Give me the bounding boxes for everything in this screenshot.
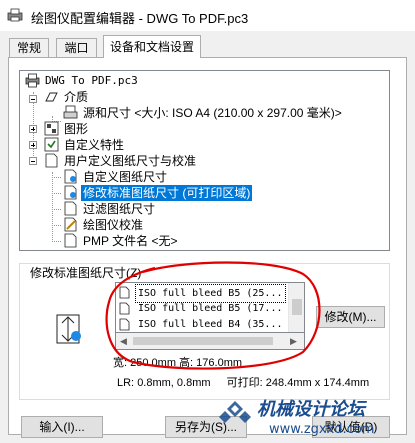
collapse-media-toggle[interactable] [29, 95, 37, 103]
tree-item-label: 过滤图纸尺寸 [83, 202, 156, 216]
filter-paper-icon [64, 201, 77, 216]
tree-item-label: 介质 [64, 90, 89, 104]
lr-label: LR: [117, 377, 135, 389]
calibration-icon [64, 217, 77, 232]
plotter-icon [25, 73, 40, 88]
tree-item-label: PMP 文件名 <无> [83, 234, 178, 248]
size-info: 宽: 250.0mm 高: 176.0mm [113, 354, 242, 370]
tree-item-label: 源和尺寸 <大小: ISO A4 (210.00 x 297.00 毫米)> [83, 106, 342, 120]
scroll-left-icon[interactable]: ◀ [120, 336, 127, 346]
list-vertical-scrollbar[interactable] [288, 283, 304, 332]
list-horizontal-scrollbar[interactable]: ◀ ▶ [115, 333, 305, 350]
tree-guide-line [52, 172, 53, 242]
collapse-user-defined-toggle[interactable] [29, 157, 37, 165]
window-title: 绘图仪配置编辑器 - DWG To PDF.pc3 [31, 11, 249, 26]
tree-guide-line [52, 193, 61, 194]
document-icon [119, 302, 130, 315]
tab-general[interactable]: 常规 [9, 38, 49, 57]
tree-item-label: 自定义特性 [64, 138, 125, 152]
height-value: 176.0mm [196, 357, 243, 369]
tree-guide-line [52, 225, 61, 226]
list-item-label: ISO full bleed B5 (17... [138, 303, 283, 314]
printable-value: 248.4mm x 174.4mm [265, 377, 370, 389]
lr-value: 0.8mm, 0.8mm [137, 377, 211, 389]
user-defined-icon [45, 153, 58, 168]
document-icon [119, 286, 130, 299]
paper-source-icon [63, 105, 78, 119]
import-button[interactable]: 输入(I)... [21, 416, 103, 438]
printable-label: 可打印: [226, 377, 263, 389]
tree-item-label: 绘图仪校准 [83, 218, 144, 232]
graphics-icon [44, 121, 59, 136]
custom-paper-icon [64, 169, 77, 184]
height-label: 高: [179, 357, 194, 369]
svg-text:机械设计论坛: 机械设计论坛 [257, 399, 367, 420]
width-value: 250.0mm [130, 357, 176, 369]
margin-info: LR: 0.8mm, 0.8mm 可打印: 248.4mm x 174.4mm [117, 374, 369, 390]
paper-size-icon [56, 314, 81, 344]
tree-item-label: DWG To PDF.pc3 [45, 74, 138, 87]
tree-guide-line [52, 241, 61, 242]
scrollbar-thumb[interactable] [133, 337, 273, 345]
group-legend: 修改标准图纸尺寸(Z) [28, 264, 144, 281]
tab-ports[interactable]: 端口 [56, 38, 97, 57]
modify-button[interactable]: 修改(M)... [316, 306, 385, 328]
media-icon [45, 92, 58, 102]
tree-item-label: 自定义图纸尺寸 [83, 170, 168, 184]
custom-properties-icon [44, 137, 59, 152]
expand-custom-properties-toggle[interactable] [29, 141, 37, 149]
tree-guide-line [52, 177, 61, 178]
tree-item-label: 修改标准图纸尺寸 (可打印区域) [81, 185, 253, 201]
scrollbar-thumb[interactable] [292, 299, 302, 315]
expand-graphics-toggle[interactable] [29, 125, 37, 133]
tree-guide-line [52, 209, 61, 210]
width-label: 宽: [113, 357, 128, 369]
svg-text:www.zgxxd.com: www.zgxxd.com [269, 422, 374, 437]
watermark-logo: 机械设计论坛 www.zgxxd.com [219, 399, 374, 437]
plotter-app-icon [7, 8, 23, 22]
tab-device-document-settings[interactable]: 设备和文档设置 [103, 35, 201, 58]
title-bar: 绘图仪配置编辑器 - DWG To PDF.pc3 [0, 0, 415, 32]
list-item-label: ISO full bleed B4 (35... [138, 319, 283, 330]
scroll-right-icon[interactable]: ▶ [290, 336, 297, 346]
pmp-file-icon [64, 233, 77, 248]
tree-item-label: 用户定义图纸尺寸与校准 [64, 154, 197, 168]
document-icon [119, 318, 130, 331]
tree-item-label: 图形 [64, 122, 89, 136]
modify-paper-icon [64, 185, 77, 200]
